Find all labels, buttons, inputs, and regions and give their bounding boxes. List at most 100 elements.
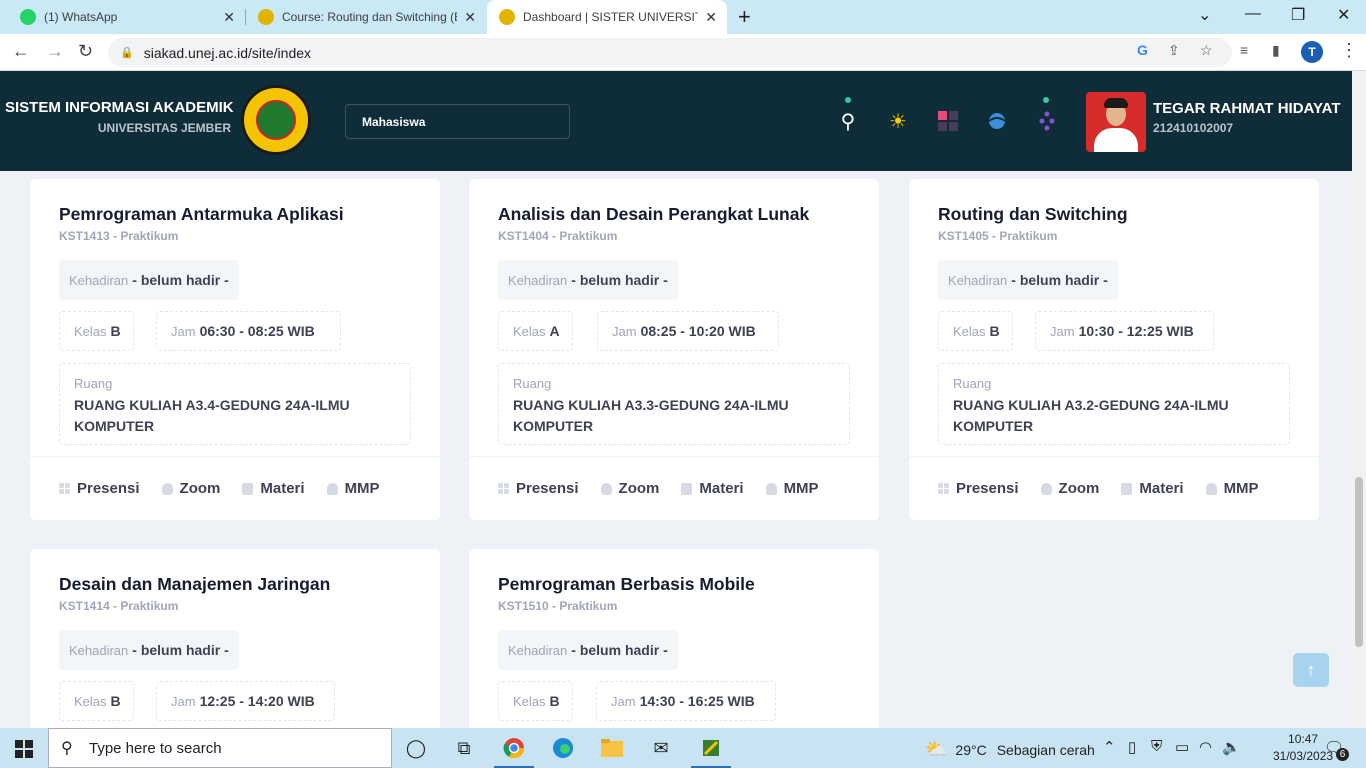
close-window-icon[interactable]: ✕ <box>1337 5 1350 25</box>
app-icon[interactable] <box>699 736 723 760</box>
attendance-label: Kehadiran <box>69 642 129 658</box>
attendance-value: - belum hadir - <box>571 642 668 658</box>
course-code: KST1404 - Praktikum <box>498 229 618 243</box>
temperature: 29°C <box>955 741 987 758</box>
class-box: Kelas B <box>59 681 134 721</box>
media-queue-icon[interactable]: ≡ <box>1240 42 1248 58</box>
presensi-button[interactable]: Presensi <box>938 480 1019 497</box>
close-icon[interactable]: ✕ <box>464 9 476 26</box>
mail-icon[interactable]: ✉ <box>649 736 673 760</box>
profile-avatar[interactable]: T <box>1301 41 1323 63</box>
course-title[interactable]: Analisis dan Desain Perangkat Lunak <box>498 204 809 225</box>
action-label: Presensi <box>516 480 579 497</box>
attendance-label: Kehadiran <box>69 272 129 288</box>
volume-muted-icon[interactable]: 🔈 <box>1222 738 1241 756</box>
class-value: B <box>549 693 560 709</box>
bulb-icon <box>161 482 173 495</box>
action-label: Materi <box>1139 480 1184 497</box>
more-menu-icon[interactable]: ⋮ <box>1340 40 1358 61</box>
reload-icon[interactable]: ↻ <box>78 41 93 62</box>
zoom-button[interactable]: Zoom <box>1040 480 1099 497</box>
zoom-button[interactable]: Zoom <box>600 480 659 497</box>
search-icon[interactable]: ⚲ <box>836 109 860 133</box>
chrome-icon[interactable] <box>502 736 526 760</box>
action-label: Presensi <box>956 480 1019 497</box>
room-value-line1: RUANG KULIAH A3.3-GEDUNG 24A-ILMU <box>513 397 789 413</box>
presensi-button[interactable]: Presensi <box>59 480 140 497</box>
course-title[interactable]: Pemrograman Berbasis Mobile <box>498 574 755 595</box>
browser-tab-whatsapp[interactable]: (1) WhatsApp ✕ <box>0 0 245 34</box>
mmp-button[interactable]: MMP <box>326 480 380 497</box>
tab-search-chevron-icon[interactable]: ⌄ <box>1198 5 1211 25</box>
course-code: KST1405 - Praktikum <box>938 229 1058 243</box>
browser-tab-dashboard[interactable]: Dashboard | SISTER UNIVERSITAS ✕ <box>487 0 727 34</box>
scrollbar-thumb[interactable] <box>1355 477 1363 647</box>
room-value-line2: KOMPUTER <box>74 418 155 434</box>
network-icon[interactable]: ▭ <box>1175 738 1189 756</box>
course-card: Desain dan Manajemen Jaringan KST1414 - … <box>30 549 440 728</box>
materi-button[interactable]: Materi <box>681 480 744 497</box>
grid-icon <box>938 482 949 495</box>
arrow-up-icon: ↑ <box>1306 659 1316 680</box>
room-box: Ruang RUANG KULIAH A3.3-GEDUNG 24A-ILMU … <box>498 363 850 445</box>
side-panel-icon[interactable]: ▮ <box>1272 42 1280 59</box>
tray-chevron-icon[interactable]: ⌃ <box>1103 738 1116 756</box>
time-label: Jam <box>611 693 636 709</box>
role-select[interactable]: Mahasiswa <box>345 104 570 139</box>
class-label: Kelas <box>953 323 986 339</box>
wifi-icon[interactable]: ◠ <box>1199 738 1212 756</box>
windows-start-icon[interactable] <box>15 740 33 758</box>
class-label: Kelas <box>513 323 546 339</box>
university-logo[interactable] <box>241 85 311 155</box>
battery-icon[interactable]: ▯ <box>1128 738 1136 756</box>
course-title[interactable]: Routing dan Switching <box>938 204 1128 225</box>
share-icon[interactable]: ⇪ <box>1168 42 1180 59</box>
attendance-value: - belum hadir - <box>571 272 668 288</box>
back-icon[interactable]: ← <box>12 41 30 62</box>
task-view-icon[interactable]: ⧉ <box>452 736 476 760</box>
presensi-button[interactable]: Presensi <box>498 480 579 497</box>
close-icon[interactable]: ✕ <box>705 9 717 26</box>
course-card: Analisis dan Desain Perangkat Lunak KST1… <box>469 179 879 520</box>
menu-dots-icon[interactable] <box>1035 109 1059 133</box>
user-avatar[interactable] <box>1086 92 1146 152</box>
new-tab-icon[interactable]: + <box>738 4 751 30</box>
bookmark-star-icon[interactable]: ☆ <box>1200 42 1213 59</box>
time-value: 10:30 - 12:25 WIB <box>1078 323 1194 339</box>
weather-widget[interactable]: ⛅ 29°C Sebagian cerah <box>925 739 1095 760</box>
scroll-to-top-button[interactable]: ↑ <box>1293 653 1329 687</box>
page-scrollbar[interactable] <box>1352 71 1366 728</box>
course-title[interactable]: Pemrograman Antarmuka Aplikasi <box>59 204 344 225</box>
security-icon[interactable]: ⛨ <box>1151 738 1162 755</box>
cortana-icon[interactable]: ◯ <box>404 736 428 760</box>
time-box: Jam 12:25 - 14:20 WIB <box>156 681 335 721</box>
app-title: SISTEM INFORMASI AKADEMIK <box>5 99 234 116</box>
unej-icon <box>258 9 274 25</box>
time-box: Jam 08:25 - 10:20 WIB <box>597 311 779 351</box>
windows-taskbar: ⚲ Type here to search ◯ ⧉ ✉ ⛅ 29°C Sebag… <box>0 728 1366 768</box>
mmp-button[interactable]: MMP <box>1205 480 1259 497</box>
sun-theme-icon[interactable]: ☀ <box>886 109 910 133</box>
class-box: Kelas B <box>938 311 1013 351</box>
restore-icon[interactable]: ❐ <box>1291 5 1305 25</box>
taskbar-search[interactable]: ⚲ Type here to search <box>48 728 392 768</box>
materi-button[interactable]: Materi <box>1121 480 1184 497</box>
mmp-button[interactable]: MMP <box>765 480 819 497</box>
google-icon[interactable]: G <box>1137 42 1148 58</box>
edge-icon[interactable] <box>551 736 575 760</box>
close-icon[interactable]: ✕ <box>223 9 235 26</box>
minimize-icon[interactable]: — <box>1245 5 1261 23</box>
browser-tab-course[interactable]: Course: Routing dan Switching (B ✕ <box>246 0 486 34</box>
file-explorer-icon[interactable] <box>600 736 624 760</box>
course-title[interactable]: Desain dan Manajemen Jaringan <box>59 574 330 595</box>
room-label: Ruang <box>953 376 992 391</box>
main-content: Pemrograman Antarmuka Aplikasi KST1413 -… <box>0 171 1352 728</box>
globe-icon[interactable] <box>985 109 1009 133</box>
apps-grid-icon[interactable] <box>936 109 960 133</box>
zoom-button[interactable]: Zoom <box>161 480 220 497</box>
class-label: Kelas <box>74 693 107 709</box>
notification-count: 6 <box>1336 748 1349 761</box>
materi-button[interactable]: Materi <box>242 480 305 497</box>
address-bar[interactable]: 🔒 siakad.unej.ac.id/site/index <box>108 38 1232 67</box>
forward-icon[interactable]: → <box>46 41 64 62</box>
